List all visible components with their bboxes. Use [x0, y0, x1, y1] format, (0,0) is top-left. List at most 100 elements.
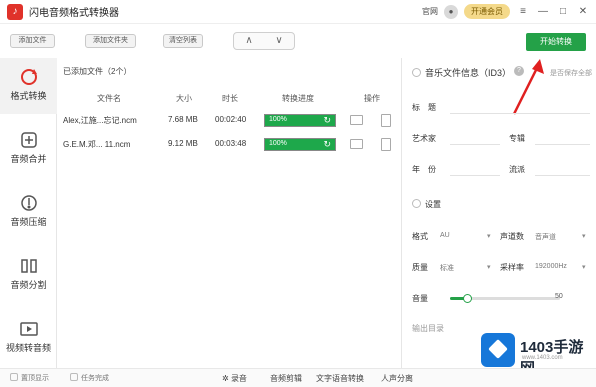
id3-toggle[interactable] [412, 68, 421, 77]
refresh-icon [20, 69, 37, 85]
watermark-logo-icon [481, 333, 515, 367]
progress-text: 100% [269, 140, 287, 147]
volume-value: 50 [555, 293, 563, 300]
format-label: 格式 [412, 232, 428, 241]
column-header-name: 文件名 [97, 94, 121, 103]
settings-toggle[interactable] [412, 199, 421, 208]
pin-top-label: 置顶显示 [21, 375, 49, 382]
refresh-icon: ↻ [323, 115, 331, 125]
pin-top-checkbox[interactable]: 置顶显示 [10, 373, 49, 383]
file-duration: 00:03:48 [215, 139, 247, 148]
sidebar-item-label: 音频分割 [10, 280, 47, 290]
file-size: 9.12 MB [168, 139, 198, 148]
year-input[interactable] [450, 162, 500, 176]
column-header-progress: 转换进度 [282, 94, 314, 103]
task-done-label: 任务完成 [81, 375, 109, 382]
watermark-sub: www.1403.com [522, 355, 563, 361]
sidebar-item-label: 音频合并 [10, 154, 47, 164]
sidebar-item-format-convert[interactable]: 格式转换 [0, 58, 57, 114]
file-size: 7.68 MB [168, 115, 198, 124]
title-label: 标 题 [412, 103, 436, 112]
delete-icon[interactable] [381, 138, 391, 151]
app-logo-icon: ♪ [7, 3, 23, 20]
title-input[interactable] [450, 100, 590, 114]
start-convert-button[interactable]: 开始转换 [526, 33, 586, 51]
sidebar-item-audio-merge[interactable]: 音频合并 [0, 121, 57, 177]
title-bar-right: 官网 ● 开通会员 ≡ — □ ✕ [422, 4, 590, 19]
split-icon [20, 259, 37, 273]
samplerate-select[interactable]: 192000Hz [535, 263, 567, 270]
minimize-icon[interactable]: — [536, 6, 550, 17]
artist-label: 艺术家 [412, 134, 436, 143]
sidebar-item-label: 视频转音频 [5, 343, 51, 353]
refresh-icon: ↻ [323, 139, 331, 149]
maximize-icon[interactable]: □ [556, 6, 570, 17]
volume-slider-knob[interactable] [462, 294, 472, 303]
reorder-group: ∧ ∨ [233, 32, 295, 50]
compress-icon [20, 195, 37, 211]
artist-input[interactable] [450, 131, 500, 145]
sidebar-item-label: 格式转换 [10, 91, 47, 101]
file-row[interactable]: Alex,江施...忘记.ncm 7.68 MB 00:02:40 100% ↻ [57, 111, 400, 131]
text-speech-button[interactable]: 文字语音转换 [316, 373, 364, 384]
move-up-button[interactable]: ∧ [234, 33, 264, 49]
folder-icon[interactable] [350, 139, 363, 149]
file-list-header: 已添加文件（2个） [63, 67, 132, 76]
progress-bar: 100% ↻ [264, 138, 336, 151]
help-icon[interactable]: ? [514, 66, 524, 76]
id3-settings-panel: 音乐文件信息（ID3） ? 是否保存全部 标 题 艺术家 专辑 年 份 流派 设… [401, 58, 596, 370]
channels-select[interactable]: 音声道 [535, 232, 556, 242]
official-site-link[interactable]: 官网 [422, 6, 438, 17]
move-down-button[interactable]: ∨ [264, 33, 294, 49]
album-input[interactable] [535, 131, 590, 145]
add-folder-button[interactable]: 添加文件夹 [85, 34, 136, 48]
sidebar-item-video-to-audio[interactable]: 视频转音频 [0, 310, 57, 366]
album-label: 专辑 [509, 134, 525, 143]
vocal-separate-button[interactable]: 人声分离 [381, 373, 413, 384]
delete-icon[interactable] [381, 114, 391, 127]
chevron-down-icon[interactable]: ▾ [487, 232, 491, 240]
folder-icon[interactable] [350, 115, 363, 125]
volume-label: 音量 [412, 294, 428, 303]
settings-title: 设置 [425, 200, 441, 209]
task-done-checkbox[interactable]: 任务完成 [70, 373, 109, 383]
user-avatar-icon[interactable]: ● [444, 4, 458, 19]
file-name: G.E.M.邓... 11.ncm [63, 140, 131, 149]
add-file-button[interactable]: 添加文件 [10, 34, 55, 48]
column-header-size: 大小 [176, 94, 192, 103]
clear-list-button[interactable]: 清空列表 [163, 34, 203, 48]
chevron-down-icon[interactable]: ▾ [487, 263, 491, 271]
chevron-down-icon[interactable]: ▾ [582, 263, 586, 271]
record-label: 录音 [230, 374, 247, 383]
year-label: 年 份 [412, 165, 436, 174]
samplerate-label: 采样率 [500, 263, 524, 272]
app-title: 闪电音频格式转换器 [29, 8, 119, 19]
column-header-actions: 操作 [364, 94, 380, 103]
file-row[interactable]: G.E.M.邓... 11.ncm 9.12 MB 00:03:48 100% … [57, 135, 400, 155]
genre-input[interactable] [535, 162, 590, 176]
save-all-link[interactable]: 是否保存全部 [550, 68, 592, 78]
title-bar: ♪ 闪电音频格式转换器 官网 ● 开通会员 ≡ — □ ✕ [0, 0, 596, 24]
quality-select[interactable]: 标准 [440, 263, 454, 273]
volume-slider[interactable] [450, 294, 560, 303]
channels-label: 声道数 [500, 232, 524, 241]
sidebar-item-label: 音频压缩 [10, 217, 47, 227]
progress-text: 100% [269, 116, 287, 123]
vip-button[interactable]: 开通会员 [464, 4, 510, 19]
menu-icon[interactable]: ≡ [516, 6, 530, 17]
format-select[interactable]: AU [440, 232, 450, 239]
chevron-down-icon[interactable]: ▾ [582, 232, 586, 240]
settings-header[interactable]: 设置 [412, 199, 441, 210]
id3-title: 音乐文件信息（ID3） [425, 68, 512, 78]
file-duration: 00:02:40 [215, 115, 247, 124]
column-header-duration: 时长 [222, 94, 238, 103]
audio-edit-button[interactable]: 音频剪辑 [270, 373, 302, 384]
sidebar-item-audio-compress[interactable]: 音频压缩 [0, 184, 57, 240]
close-icon[interactable]: ✕ [576, 6, 590, 17]
id3-header[interactable]: 音乐文件信息（ID3） [412, 66, 511, 79]
genre-label: 流派 [509, 165, 525, 174]
sidebar-item-audio-split[interactable]: 音频分割 [0, 247, 57, 303]
record-button[interactable]: ✲ 录音 [222, 373, 247, 384]
bottom-bar: 置顶显示 任务完成 ✲ 录音 音频剪辑 文字语音转换 人声分离 [0, 368, 596, 387]
app-window: ♪ 闪电音频格式转换器 官网 ● 开通会员 ≡ — □ ✕ 添加文件 添加文件夹… [0, 0, 596, 387]
